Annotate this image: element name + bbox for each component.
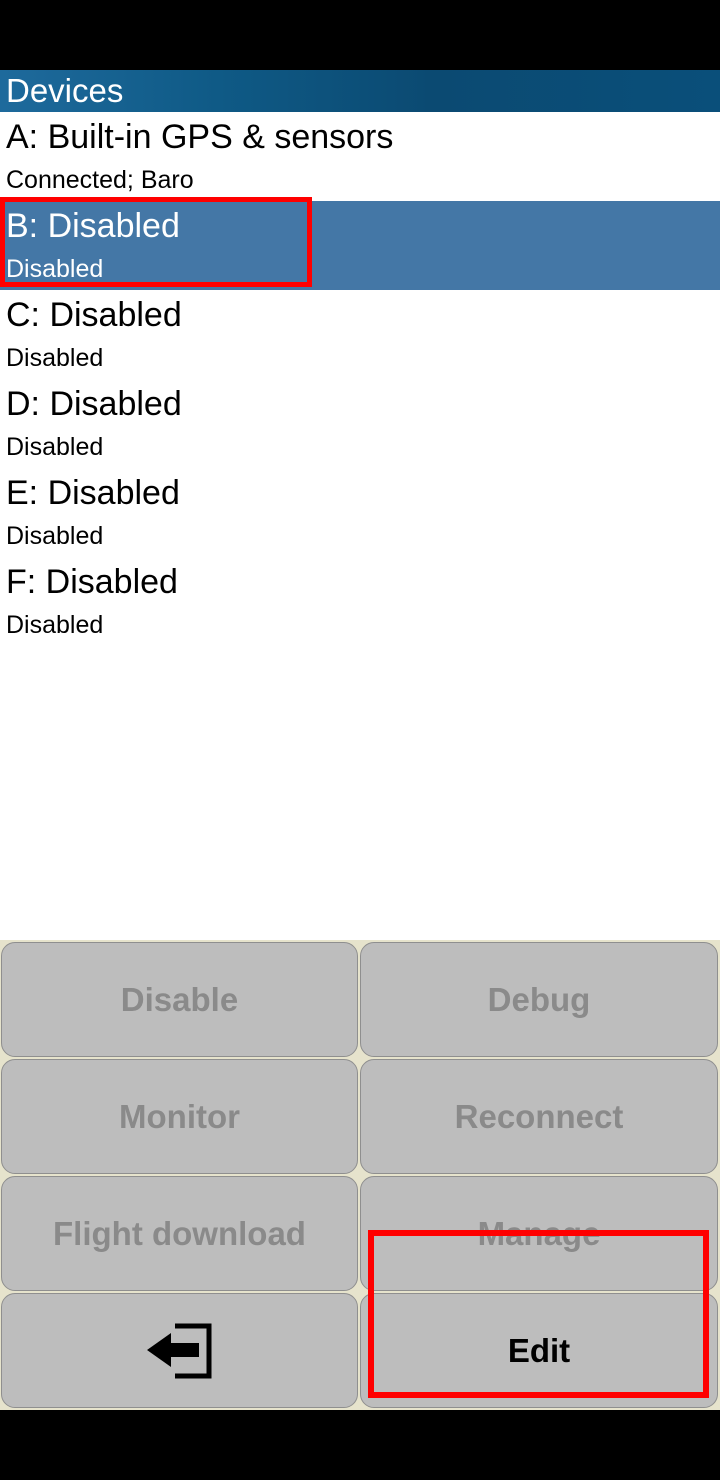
monitor-button-label: Monitor <box>119 1097 240 1135</box>
device-row-e[interactable]: E: Disabled Disabled <box>0 468 720 557</box>
edit-button-label: Edit <box>507 1331 571 1369</box>
device-row-b[interactable]: B: Disabled Disabled <box>0 201 720 290</box>
back-arrow-icon <box>146 1323 211 1378</box>
device-name: F: Disabled <box>6 563 178 601</box>
button-panel: Disable Debug Monitor Reconnect Flight d… <box>0 940 720 1410</box>
device-status: Disabled <box>6 344 104 372</box>
title-bar: Devices <box>0 70 720 113</box>
debug-button[interactable]: Debug <box>360 942 718 1057</box>
device-row-c[interactable]: C: Disabled Disabled <box>0 290 720 379</box>
flight-download-button[interactable]: Flight download <box>1 1176 358 1291</box>
device-status: Disabled <box>6 522 104 550</box>
manage-button[interactable]: Manage <box>360 1176 718 1291</box>
device-name: B: Disabled <box>6 207 180 245</box>
navigation-bar <box>0 1410 720 1480</box>
device-status: Disabled <box>6 433 104 461</box>
reconnect-button-label: Reconnect <box>454 1097 624 1135</box>
device-name: D: Disabled <box>6 385 182 423</box>
flight-download-button-label: Flight download <box>53 1214 306 1252</box>
device-name: C: Disabled <box>6 296 182 334</box>
disable-button-label: Disable <box>120 980 239 1018</box>
device-row-f[interactable]: F: Disabled Disabled <box>0 557 720 646</box>
device-row-a[interactable]: A: Built-in GPS & sensors Connected; Bar… <box>0 112 720 201</box>
device-status: Disabled <box>6 611 104 639</box>
device-status: Disabled <box>6 255 104 283</box>
back-button[interactable] <box>1 1293 358 1408</box>
disable-button[interactable]: Disable <box>1 942 358 1057</box>
device-row-d[interactable]: D: Disabled Disabled <box>0 379 720 468</box>
device-list: A: Built-in GPS & sensors Connected; Bar… <box>0 112 720 646</box>
edit-button[interactable]: Edit <box>360 1293 718 1408</box>
device-status: Connected; Baro <box>6 166 194 194</box>
debug-button-label: Debug <box>487 980 591 1018</box>
page-title: Devices <box>6 72 124 109</box>
manage-button-label: Manage <box>477 1214 601 1252</box>
reconnect-button[interactable]: Reconnect <box>360 1059 718 1174</box>
devices-screen: Devices A: Built-in GPS & sensors Connec… <box>0 70 720 1410</box>
device-name: A: Built-in GPS & sensors <box>6 118 394 156</box>
device-name: E: Disabled <box>6 474 180 512</box>
monitor-button[interactable]: Monitor <box>1 1059 358 1174</box>
status-bar <box>0 0 720 70</box>
